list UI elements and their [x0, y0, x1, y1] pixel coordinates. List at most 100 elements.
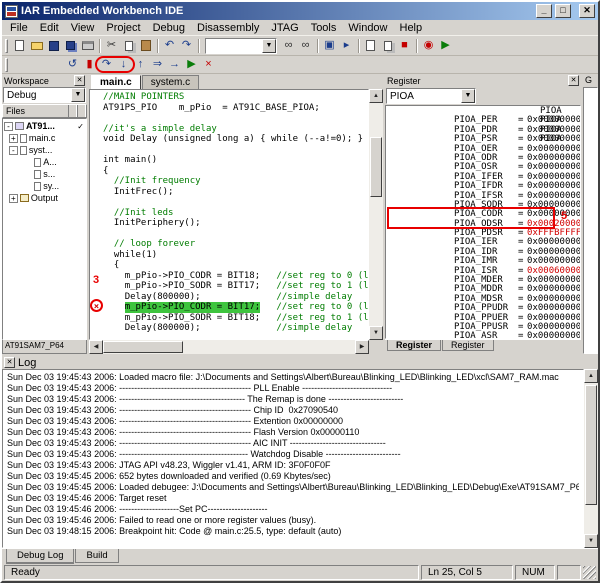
editor-horizontal-scrollbar[interactable]: ◀ ▶	[89, 340, 369, 354]
code-line[interactable]: ×	[90, 229, 368, 240]
code-line[interactable]: × m_pPio->PIO_CODR = BIT18; //set reg to…	[90, 271, 368, 282]
log-title-bar[interactable]: ✕ Log	[2, 356, 598, 369]
scroll-up-icon[interactable]: ▲	[584, 369, 598, 383]
cut-button[interactable]: ✂	[103, 38, 120, 54]
tree-expander-icon[interactable]: +	[9, 134, 18, 143]
workspace-target-dropdown-icon[interactable]: ▼	[71, 88, 85, 102]
breakpoint-margin[interactable]: ×	[90, 155, 103, 166]
toolbar-separator[interactable]	[314, 38, 321, 54]
register-row[interactable]: PIOA_IER=0x00000000	[386, 229, 580, 238]
step-out-button[interactable]: ↑	[132, 57, 149, 73]
goto-bookmark-button[interactable]: ▣	[321, 38, 338, 54]
register-group-dropdown-icon[interactable]: ▼	[461, 89, 475, 103]
register-row[interactable]: PIOA_PPUSR=0x00000000	[386, 314, 580, 323]
find-combo-dropdown-icon[interactable]: ▼	[262, 39, 276, 53]
register-row[interactable]: PIOA_IMR=0x00000000	[386, 248, 580, 257]
files-header-column[interactable]	[77, 105, 86, 117]
undo-button[interactable]: ↶	[161, 38, 178, 54]
log-vscroll-thumb[interactable]	[585, 385, 597, 505]
breakpoint-margin[interactable]: ×	[90, 187, 103, 198]
breakpoint-margin[interactable]: ×	[90, 166, 103, 177]
code-line[interactable]: ×int main()	[90, 155, 368, 166]
save-button[interactable]	[45, 38, 62, 54]
toolbar-grip[interactable]	[5, 58, 8, 72]
breakpoint-margin[interactable]: ×	[90, 176, 103, 187]
step-over-button[interactable]: ↷	[98, 57, 115, 73]
menu-item[interactable]: View	[65, 21, 101, 35]
workspace-close-icon[interactable]: ✕	[74, 75, 85, 86]
go-button[interactable]: ▶	[183, 57, 200, 73]
code-line[interactable]: ×AT91PS_PIO m_pPio = AT91C_BASE_PIOA;	[90, 103, 368, 114]
register-row[interactable]: PIOA_OER=0x00000000PIOA	[386, 135, 580, 144]
next-bookmark-button[interactable]: ▸	[338, 38, 355, 54]
code-line[interactable]: × InitFrec();	[90, 187, 368, 198]
toolbar-grip[interactable]	[5, 39, 8, 53]
resize-grip[interactable]	[583, 566, 596, 579]
run-to-cursor-button[interactable]: →	[166, 57, 183, 73]
menu-item[interactable]: JTAG	[265, 21, 304, 35]
register-row[interactable]: PIOA_CODR=0x00000000	[386, 201, 580, 210]
breakpoint-margin[interactable]: ×	[90, 313, 103, 324]
save-all-button[interactable]	[62, 38, 79, 54]
step-into-button[interactable]: ↓	[115, 57, 132, 73]
register-row[interactable]: PIOA_ODSR=0x00020000	[386, 210, 580, 219]
tree-expander-icon[interactable]: -	[4, 122, 13, 131]
code-line[interactable]: × m_pPio->PIO_SODR = BIT18; //set reg to…	[90, 313, 368, 324]
register-close-icon[interactable]: ✕	[568, 75, 579, 86]
workspace-tree-item[interactable]: + main.c	[3, 132, 86, 144]
breakpoint-margin[interactable]: ×	[90, 229, 103, 240]
register-row[interactable]: PIOA_PPUER=0x00000000	[386, 304, 580, 313]
code-line[interactable]: × //Init leds	[90, 208, 368, 219]
break-button[interactable]: ▮	[81, 57, 98, 73]
register-row[interactable]: PIOA_MDSR=0x00000000	[386, 285, 580, 294]
log-close-icon[interactable]: ✕	[4, 357, 15, 368]
files-column-header[interactable]: Files	[2, 104, 87, 118]
workspace-bottom-tab[interactable]: AT91SAM7_P64	[2, 340, 87, 354]
register-row[interactable]: PIOA_SODR=0x00000000	[386, 192, 580, 201]
register-title-bar[interactable]: Register ✕	[385, 74, 581, 87]
make-button[interactable]	[379, 38, 396, 54]
breakpoint-margin[interactable]: ×	[90, 292, 103, 303]
breakpoint-margin[interactable]: ×	[90, 218, 103, 229]
code-line[interactable]: ×	[90, 145, 368, 156]
code-line[interactable]: × // loop forever	[90, 239, 368, 250]
register-row[interactable]: PIOA_PPUDR=0x00000000	[386, 295, 580, 304]
download-and-debug-button[interactable]: ▶	[437, 38, 454, 54]
register-row[interactable]: PIOA_IFSR=0x00000000	[386, 182, 580, 191]
register-tab[interactable]: Register	[387, 340, 441, 351]
new-document-button[interactable]	[11, 38, 28, 54]
register-row[interactable]: PIOA_PDSR=0xFFFBFFFF	[386, 220, 580, 229]
stop-debugging-button[interactable]: ×	[200, 57, 217, 73]
breakpoint-margin[interactable]: ×	[90, 124, 103, 135]
find-next-button[interactable]: ∞	[297, 38, 314, 54]
workspace-target-select[interactable]: Debug ▼	[3, 87, 86, 103]
scroll-left-icon[interactable]: ◀	[89, 340, 103, 354]
breakpoint-margin[interactable]: ×	[90, 260, 103, 271]
scroll-down-icon[interactable]: ▼	[369, 326, 383, 340]
code-line[interactable]: × Delay(800000); //simple delay	[90, 292, 368, 303]
close-button[interactable]: ✕	[579, 4, 595, 18]
workspace-title-bar[interactable]: Workspace ✕	[2, 74, 87, 87]
register-row[interactable]: PIOA_OSR=0x00000000	[386, 154, 580, 163]
code-line[interactable]: × m_pPio->PIO_CODR = BIT17; //set reg to…	[90, 302, 368, 313]
workspace-tree-item[interactable]: - AT91... ✓	[3, 120, 86, 132]
code-line[interactable]: ×{	[90, 166, 368, 177]
menu-item[interactable]: Help	[394, 21, 429, 35]
toolbar-separator[interactable]	[195, 38, 202, 54]
log-vertical-scrollbar[interactable]: ▲ ▼	[584, 369, 598, 548]
stop-build-button[interactable]: ■	[396, 38, 413, 54]
code-line[interactable]: ×//MAIN POINTERS	[90, 92, 368, 103]
toolbar-separator[interactable]	[355, 38, 362, 54]
editor-tab[interactable]: main.c	[91, 75, 141, 89]
code-line[interactable]: × {	[90, 260, 368, 271]
toolbar-separator[interactable]	[96, 38, 103, 54]
scroll-up-icon[interactable]: ▲	[369, 89, 383, 103]
code-line[interactable]: × while(1)	[90, 250, 368, 261]
breakpoint-margin[interactable]: ×	[90, 208, 103, 219]
editor-tab[interactable]: system.c	[142, 75, 199, 89]
toolbar-separator[interactable]	[154, 38, 161, 54]
reset-button[interactable]: ↺	[64, 57, 81, 73]
workspace-tree-item[interactable]: - syst...	[3, 144, 86, 156]
scroll-right-icon[interactable]: ▶	[355, 340, 369, 354]
register-row[interactable]: PIOA_ODR=0x00000000	[386, 145, 580, 154]
